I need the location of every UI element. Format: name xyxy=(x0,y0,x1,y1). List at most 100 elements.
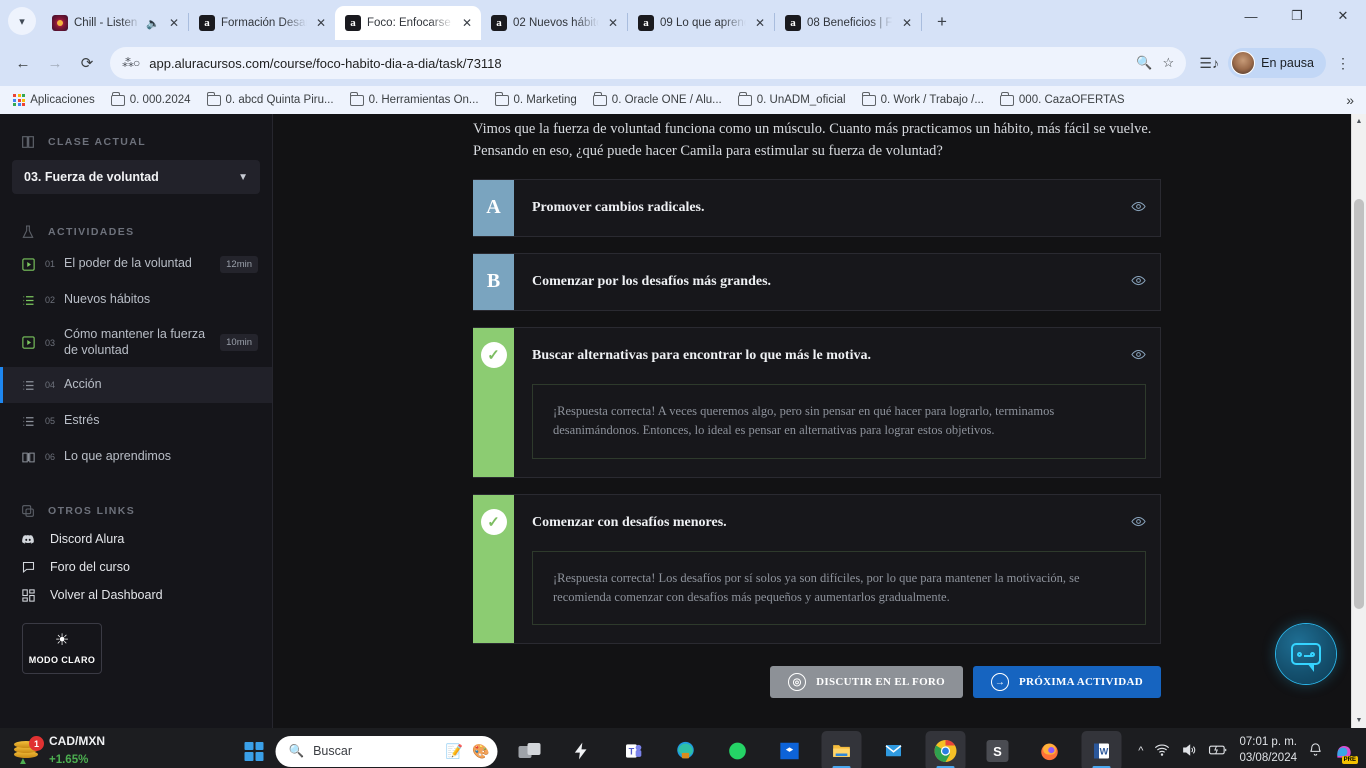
class-select-dropdown[interactable]: 03. Fuerza de voluntad ▼ xyxy=(12,160,260,194)
edge-icon[interactable] xyxy=(666,731,706,768)
theme-toggle-button[interactable]: ☀ MODO CLARO xyxy=(22,623,102,675)
music-favicon xyxy=(52,15,68,31)
sidebar-link-discord-alura[interactable]: Discord Alura xyxy=(0,525,272,553)
sidebar-section-clase-actual: CLASE ACTUAL xyxy=(0,126,272,156)
coins-icon: 1 ▲ xyxy=(14,736,44,767)
activity-label: Acción xyxy=(64,377,102,392)
chevron-up-icon[interactable]: ^ xyxy=(1138,745,1143,757)
system-tray: ^ 07:01 p. m. 03/08/2024 PRE xyxy=(1138,735,1366,766)
tab-title: 09 Lo que aprendimo xyxy=(660,17,746,29)
bookmarks-overflow-icon[interactable]: » xyxy=(1346,92,1360,108)
bookmark-folder[interactable]: 000. CazaOFERTAS xyxy=(993,91,1132,109)
whatsapp-icon[interactable] xyxy=(718,731,758,768)
activity-number: 05 xyxy=(45,416,56,427)
chat-bot-icon[interactable] xyxy=(1276,624,1336,684)
tab-search-chevron-down-icon[interactable]: ▾ xyxy=(8,7,36,35)
star-icon[interactable]: ☆ xyxy=(1163,55,1175,71)
bookmark-folder[interactable]: 0. UnADM_oficial xyxy=(731,91,853,109)
tab-close-icon[interactable]: ✕ xyxy=(313,15,329,31)
sidebar-item-04-accion[interactable]: 04 Acción xyxy=(0,367,272,404)
svg-text:T: T xyxy=(629,746,635,756)
scroll-up-arrow-icon[interactable]: ▲ xyxy=(1352,114,1366,129)
kebab-menu-icon[interactable]: ⋮ xyxy=(1328,48,1358,78)
sidebar-item-05-estres[interactable]: 05 Estrés xyxy=(0,403,272,439)
browser-tab[interactable]: a 02 Nuevos hábitos | F ✕ xyxy=(481,6,627,40)
tab-audio-icon[interactable]: 🔈 xyxy=(146,17,160,30)
tab-strip: ▾ Chill - Listen to Fr 🔈 ✕ a Formación D… xyxy=(0,0,1366,40)
eye-icon[interactable] xyxy=(1131,514,1146,531)
s-app-icon[interactable]: S xyxy=(978,731,1018,768)
alura-favicon: a xyxy=(638,15,654,31)
bookmark-folder[interactable]: 0. abcd Quinta Piru... xyxy=(200,91,341,109)
svg-text:W: W xyxy=(1100,746,1109,756)
bookmark-apps[interactable]: Aplicaciones xyxy=(6,91,102,109)
search-input[interactable]: 🔍 Buscar 📝 🎨 xyxy=(275,735,498,767)
browser-tab[interactable]: a Formación Desarrollo ✕ xyxy=(189,6,335,40)
browser-tab-active[interactable]: a Foco: Enfocarse trae r ✕ xyxy=(335,6,481,40)
sidebar-item-02-nuevos-habitos[interactable]: 02 Nuevos hábitos xyxy=(0,282,272,318)
browser-tab[interactable]: a 08 Beneficios | Foco: E ✕ xyxy=(775,6,921,40)
discutir-en-el-foro-button[interactable]: ◎ DISCUTIR EN EL FORO xyxy=(770,666,964,699)
proxima-actividad-button[interactable]: → PRÓXIMA ACTIVIDAD xyxy=(973,666,1161,699)
minimize-button[interactable]: — xyxy=(1228,0,1274,32)
sidebar-item-01-el-poder-de-la-voluntad[interactable]: 01 El poder de la voluntad 12min xyxy=(0,246,272,282)
close-window-button[interactable]: ✕ xyxy=(1320,0,1366,32)
page-scrollbar[interactable]: ▲ ▼ xyxy=(1351,114,1366,728)
answer-option-a[interactable]: A Promover cambios radicales. xyxy=(473,178,1161,237)
bookmark-folder[interactable]: 0. Oracle ONE / Alu... xyxy=(586,91,729,109)
clock[interactable]: 07:01 p. m. 03/08/2024 xyxy=(1239,735,1297,766)
chrome-icon[interactable] xyxy=(925,731,966,768)
windows-start-icon[interactable] xyxy=(244,741,264,761)
scroll-down-arrow-icon[interactable]: ▼ xyxy=(1352,713,1366,728)
bookmark-folder[interactable]: 0. Marketing xyxy=(488,91,584,109)
word-icon[interactable]: W xyxy=(1081,731,1122,768)
scrollbar-thumb[interactable] xyxy=(1354,199,1364,609)
answer-option-correct-1[interactable]: ✓ Buscar alternativas para encontrar lo … xyxy=(473,326,1161,478)
maximize-button[interactable]: ❐ xyxy=(1274,0,1320,32)
sidebar-link-foro-del-curso[interactable]: Foro del curso xyxy=(0,553,272,581)
bell-icon[interactable] xyxy=(1308,742,1323,760)
eye-icon[interactable] xyxy=(1131,273,1146,290)
option-text: Buscar alternativas para encontrar lo qu… xyxy=(532,347,871,363)
file-explorer-icon[interactable] xyxy=(821,731,862,768)
firefox-icon[interactable] xyxy=(1030,731,1070,768)
wifi-icon[interactable] xyxy=(1154,742,1170,761)
battery-charging-icon[interactable] xyxy=(1208,743,1228,760)
tab-close-icon[interactable]: ✕ xyxy=(899,15,915,31)
answer-option-correct-2[interactable]: ✓ Comenzar con desafíos menores. ¡Respue… xyxy=(473,493,1161,645)
sidebar-section-label: CLASE ACTUAL xyxy=(48,136,147,148)
sidebar-item-06-lo-que-aprendimos[interactable]: 06 Lo que aprendimos xyxy=(0,439,272,475)
teams-icon[interactable]: T xyxy=(614,731,654,768)
bookmark-folder[interactable]: 0. Herramientas On... xyxy=(343,91,486,109)
eye-icon[interactable] xyxy=(1131,199,1146,216)
task-view-icon[interactable] xyxy=(510,731,550,768)
site-settings-icon[interactable]: ⁂○ xyxy=(122,56,140,70)
new-tab-button[interactable]: + xyxy=(928,8,956,36)
sidebar-item-03-como-mantener-la-fuerza-de-voluntad[interactable]: 03 Cómo mantener la fuerza de voluntad 1… xyxy=(0,318,272,367)
tab-close-icon[interactable]: ✕ xyxy=(752,15,768,31)
media-playlist-icon[interactable]: ☰♪ xyxy=(1194,48,1224,78)
mail-icon[interactable] xyxy=(874,731,914,768)
browser-tab[interactable]: Chill - Listen to Fr 🔈 ✕ xyxy=(42,6,188,40)
bookmark-folder[interactable]: 0. Work / Trabajo /... xyxy=(855,91,991,109)
answer-option-b[interactable]: B Comenzar por los desafíos más grandes. xyxy=(473,252,1161,311)
back-button[interactable]: ← xyxy=(8,48,38,78)
eye-icon[interactable] xyxy=(1131,347,1146,364)
address-bar[interactable]: ⁂○ app.aluracursos.com/course/foco-habit… xyxy=(110,47,1187,79)
bookmark-folder[interactable]: 0. 000.2024 xyxy=(104,91,198,109)
search-icon[interactable]: 🔍 xyxy=(1136,55,1152,71)
option-letter-badge: B xyxy=(473,253,514,310)
tab-close-icon[interactable]: ✕ xyxy=(605,15,621,31)
lightning-icon[interactable] xyxy=(562,731,602,768)
dropbox-icon[interactable] xyxy=(770,731,810,768)
reload-button[interactable]: ⟳ xyxy=(72,48,102,78)
browser-tab[interactable]: a 09 Lo que aprendimo ✕ xyxy=(628,6,774,40)
copilot-icon[interactable]: PRE xyxy=(1334,741,1358,764)
tab-close-icon[interactable]: ✕ xyxy=(459,15,475,31)
tab-close-icon[interactable]: ✕ xyxy=(166,15,182,31)
profile-button[interactable]: En pausa xyxy=(1228,48,1326,78)
tab-title: 02 Nuevos hábitos | F xyxy=(513,17,599,29)
speaker-icon[interactable] xyxy=(1181,742,1197,761)
forward-button[interactable]: → xyxy=(40,48,70,78)
sidebar-link-volver-al-dashboard[interactable]: Volver al Dashboard xyxy=(0,581,272,609)
